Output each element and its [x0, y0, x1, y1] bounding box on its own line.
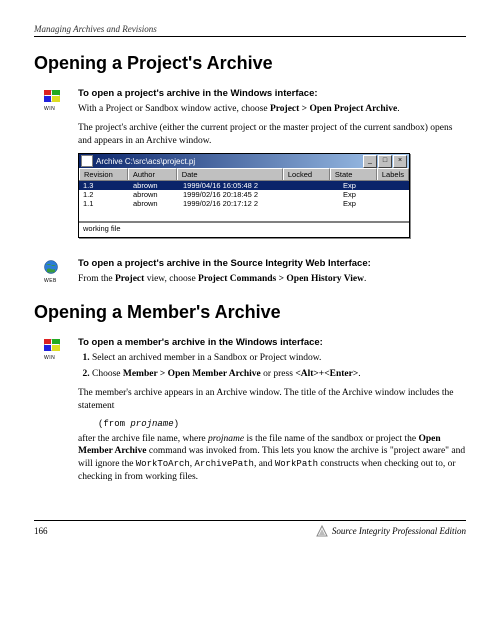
- var: projname: [208, 434, 244, 444]
- text: .: [358, 369, 360, 379]
- text: is the file name of the sandbox or proje…: [244, 434, 418, 444]
- text: Choose: [92, 369, 123, 379]
- para-member-archive: The member's archive appears in an Archi…: [78, 387, 466, 413]
- col-locked[interactable]: Locked: [283, 168, 330, 180]
- cell-state: Exp: [339, 181, 387, 190]
- menu-path: Project Commands > Open History View: [198, 274, 364, 284]
- gutter-web: WEB: [34, 258, 78, 292]
- cell-rev: 1.2: [79, 190, 129, 199]
- cell-label: [387, 190, 409, 199]
- text: From the: [78, 274, 115, 284]
- para-explanation: after the archive file name, where projn…: [78, 433, 466, 484]
- cell-date: 1999/04/16 16:05:48 2: [179, 181, 291, 190]
- column-header-row: Revision Author Date Locked State Labels: [79, 168, 409, 181]
- minimize-button[interactable]: _: [363, 155, 377, 168]
- cell-label: [387, 199, 409, 208]
- archive-window: Archive C:\src\acs\project.pj _ □ × Revi…: [78, 153, 410, 238]
- col-state[interactable]: State: [330, 168, 377, 180]
- col-labels[interactable]: Labels: [377, 168, 409, 180]
- archive-window-screenshot: Archive C:\src\acs\project.pj _ □ × Revi…: [78, 153, 466, 238]
- code: WorkPath: [275, 459, 318, 469]
- text: .: [364, 274, 366, 284]
- cell-auth: abrown: [129, 190, 179, 199]
- text: after the archive file name, where: [78, 434, 208, 444]
- cell-state: Exp: [339, 190, 387, 199]
- web-caption: WEB: [44, 278, 78, 284]
- table-row[interactable]: 1.2 abrown 1999/02/16 20:18:45 2 Exp: [79, 190, 409, 199]
- cell-state: Exp: [339, 199, 387, 208]
- window-icon: [81, 155, 93, 167]
- titlebar: Archive C:\src\acs\project.pj _ □ ×: [79, 154, 409, 168]
- lead-win-project: To open a project's archive in the Windo…: [78, 88, 466, 99]
- code-block: (from projname): [98, 419, 466, 429]
- gutter-win-2: WIN: [34, 337, 78, 490]
- cell-lock: [291, 181, 339, 190]
- cell-auth: abrown: [129, 199, 179, 208]
- close-button[interactable]: ×: [393, 155, 407, 168]
- col-date[interactable]: Date: [177, 168, 283, 180]
- content-win-member: To open a member's archive in the Window…: [78, 337, 466, 490]
- section-win-project: WIN To open a project's archive in the W…: [34, 88, 466, 248]
- cell-rev: 1.1: [79, 199, 129, 208]
- data-pane: 1.3 abrown 1999/04/16 16:05:48 2 Exp 1.2…: [79, 181, 409, 221]
- table-row[interactable]: 1.1 abrown 1999/02/16 20:17:12 2 Exp: [79, 199, 409, 208]
- cell-rev: 1.3: [79, 181, 129, 190]
- section-win-member: WIN To open a member's archive in the Wi…: [34, 337, 466, 490]
- step-1: Select an archived member in a Sandbox o…: [92, 352, 466, 365]
- globe-icon: [44, 260, 58, 277]
- text: or press: [261, 369, 296, 379]
- code-var: projname: [130, 419, 173, 429]
- section-web-project: WEB To open a project's archive in the S…: [34, 258, 466, 292]
- lower-pane: working file: [79, 221, 409, 237]
- col-author[interactable]: Author: [128, 168, 177, 180]
- key-combo: <Alt>+<Enter>: [295, 369, 358, 379]
- para-web-project: From the Project view, choose Project Co…: [78, 273, 466, 286]
- product-logo-icon: [316, 525, 328, 537]
- windows-icon: [44, 339, 60, 351]
- window-controls: _ □ ×: [363, 155, 407, 168]
- step-2: Choose Member > Open Member Archive or p…: [92, 368, 466, 381]
- heading-open-project-archive: Opening a Project's Archive: [34, 53, 466, 74]
- text: With a Project or Sandbox window active,…: [78, 104, 270, 114]
- running-header: Managing Archives and Revisions: [34, 24, 466, 37]
- page-number: 166: [34, 526, 48, 536]
- code-text: ): [174, 419, 179, 429]
- content-win-project: To open a project's archive in the Windo…: [78, 88, 466, 248]
- cell-date: 1999/02/16 20:18:45 2: [179, 190, 291, 199]
- code-text: (from: [98, 419, 130, 429]
- menu-path: Member > Open Member Archive: [123, 369, 261, 379]
- lead-web-project: To open a project's archive in the Sourc…: [78, 258, 466, 269]
- page-container: Managing Archives and Revisions Opening …: [0, 0, 500, 557]
- cell-label: [387, 181, 409, 190]
- gutter-win: WIN: [34, 88, 78, 248]
- code: ArchivePath: [195, 459, 254, 469]
- cell-lock: [291, 190, 339, 199]
- cell-lock: [291, 199, 339, 208]
- cell-date: 1999/02/16 20:17:12 2: [179, 199, 291, 208]
- heading-open-member-archive: Opening a Member's Archive: [34, 302, 466, 323]
- steps-list: Select an archived member in a Sandbox o…: [78, 352, 466, 381]
- text: , and: [254, 459, 275, 469]
- win-caption: WIN: [44, 106, 78, 112]
- lead-win-member: To open a member's archive in the Window…: [78, 337, 466, 348]
- cell-auth: abrown: [129, 181, 179, 190]
- windows-icon: [44, 90, 60, 102]
- col-revision[interactable]: Revision: [79, 168, 128, 180]
- page-footer: 166 Source Integrity Professional Editio…: [34, 520, 466, 537]
- content-web-project: To open a project's archive in the Sourc…: [78, 258, 466, 292]
- maximize-button[interactable]: □: [378, 155, 392, 168]
- menu-path: Project > Open Project Archive: [270, 104, 397, 114]
- product-name: Source Integrity Professional Edition: [332, 526, 466, 536]
- footer-product: Source Integrity Professional Edition: [316, 525, 466, 537]
- table-row[interactable]: 1.3 abrown 1999/04/16 16:05:48 2 Exp: [79, 181, 409, 190]
- text: .: [397, 104, 399, 114]
- code: WorkToArch: [136, 459, 190, 469]
- para-archive-opens: The project's archive (either the curren…: [78, 122, 466, 148]
- text-bold: Project: [115, 274, 144, 284]
- para-choose-menu: With a Project or Sandbox window active,…: [78, 103, 466, 116]
- text: view, choose: [144, 274, 198, 284]
- win-caption: WIN: [44, 355, 78, 361]
- window-title: Archive C:\src\acs\project.pj: [96, 157, 363, 166]
